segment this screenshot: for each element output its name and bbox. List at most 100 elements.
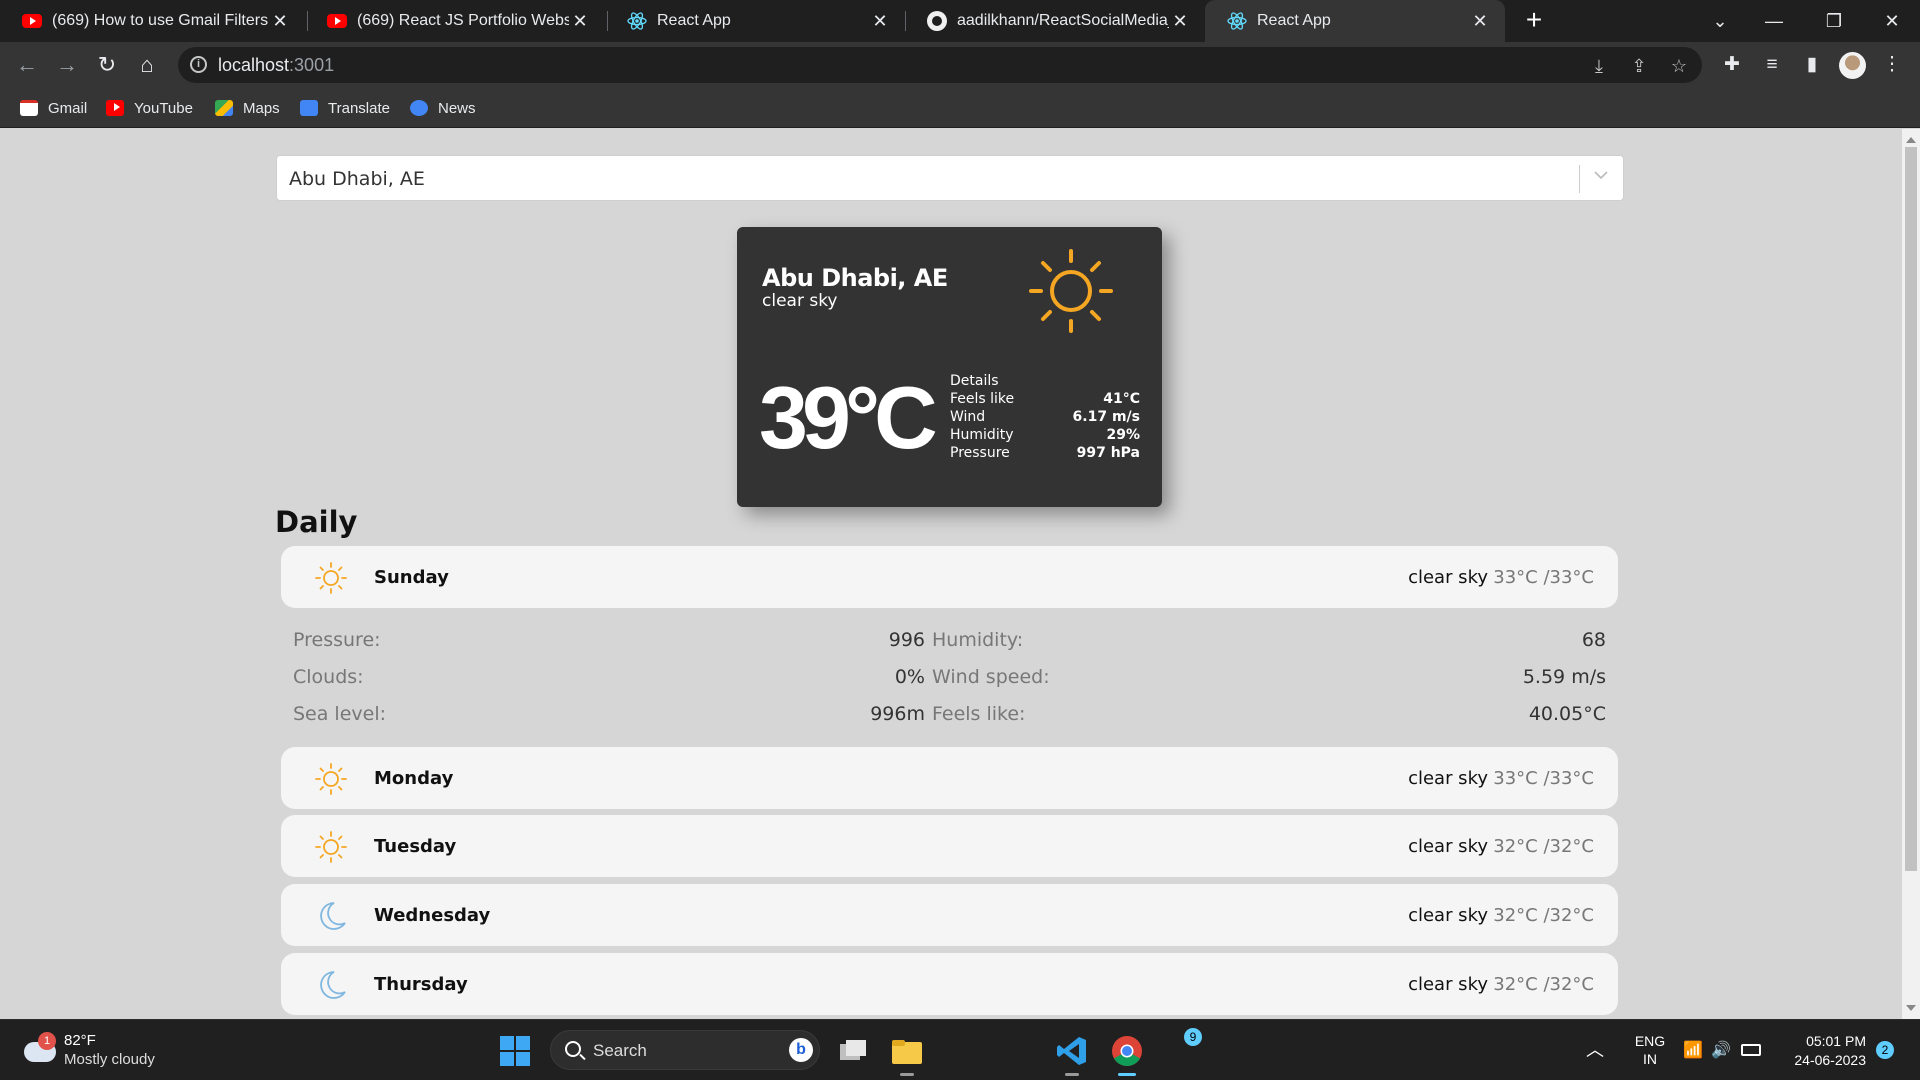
city-search-select[interactable]: Abu Dhabi, AE xyxy=(276,155,1624,201)
tab-title: (669) React JS Portfolio Website U xyxy=(357,12,569,29)
daily-item-wednesday[interactable]: Wednesday clear sky 32°C /32°C xyxy=(281,884,1618,946)
reload-button[interactable]: ↻ xyxy=(92,50,122,80)
extensions-icon[interactable]: ✚ xyxy=(1717,50,1747,80)
chrome-badge: 9 xyxy=(1184,1028,1202,1046)
bookmark-star-icon[interactable]: ☆ xyxy=(1668,55,1690,77)
browser-toolbar: ← → ↻ ⌂ i localhost:3001 ⤓ ⇪ ☆ ✚ ≡ ▮ ⋮ xyxy=(0,42,1920,88)
detail-pressure: Pressure 997 hPa xyxy=(950,445,1140,461)
home-button[interactable]: ⌂ xyxy=(132,50,162,80)
news-icon xyxy=(410,100,428,116)
new-tab-button[interactable]: + xyxy=(1519,6,1549,36)
file-explorer-icon[interactable] xyxy=(890,1034,924,1076)
clock-date: 24-06-2023 xyxy=(1794,1052,1866,1068)
bookmark-label: Translate xyxy=(328,99,390,117)
close-window-button[interactable]: ✕ xyxy=(1864,0,1920,42)
taskbar-search-label: Search xyxy=(593,1041,647,1060)
page-scrollbar[interactable] xyxy=(1902,129,1920,1019)
tab-react-portfolio[interactable]: (669) React JS Portfolio Website U ✕ xyxy=(305,0,605,42)
minimize-button[interactable]: — xyxy=(1746,0,1802,42)
address-bar[interactable]: i localhost:3001 ⤓ ⇪ ☆ xyxy=(178,47,1702,83)
wifi-icon[interactable]: 📶 xyxy=(1683,1020,1703,1080)
side-panel-icon[interactable]: ▮ xyxy=(1797,50,1827,80)
tab-react-app-active[interactable]: React App ✕ xyxy=(1205,0,1505,42)
tab-search-chevron-icon[interactable]: ⌄ xyxy=(1692,0,1748,42)
share-icon[interactable]: ⇪ xyxy=(1628,55,1650,77)
bookmark-label: Maps xyxy=(243,99,280,117)
forward-button[interactable]: → xyxy=(52,50,82,80)
sun-icon xyxy=(1029,249,1113,333)
bookmarks-bar: Gmail YouTube Maps Translate News xyxy=(0,88,1920,128)
bookmark-youtube[interactable]: YouTube xyxy=(106,96,193,120)
weather-temp: 82°F xyxy=(64,1032,96,1049)
back-button[interactable]: ← xyxy=(12,50,42,80)
scrollbar-thumb[interactable] xyxy=(1905,147,1917,871)
select-divider xyxy=(1579,165,1580,193)
bing-icon[interactable]: b xyxy=(789,1038,813,1062)
battery-icon[interactable] xyxy=(1741,1044,1761,1056)
tab-title: React App xyxy=(1257,12,1331,29)
notification-badge[interactable]: 2 xyxy=(1876,1041,1894,1059)
vscode-icon[interactable] xyxy=(1055,1034,1089,1076)
tab-gmail-filters[interactable]: (669) How to use Gmail Filters lik ✕ xyxy=(0,0,305,42)
day-name: Tuesday xyxy=(374,836,457,857)
show-hidden-icons-chevron-icon[interactable]: ︿ xyxy=(1586,1020,1608,1080)
bookmark-label: YouTube xyxy=(134,99,193,117)
react-icon xyxy=(627,12,647,30)
weather-condition: Mostly cloudy xyxy=(64,1051,155,1068)
task-view-icon[interactable] xyxy=(836,1034,870,1068)
react-icon xyxy=(1227,12,1247,30)
language-indicator[interactable]: ENG IN xyxy=(1630,1032,1670,1072)
moon-icon xyxy=(320,902,346,930)
restore-button[interactable]: ❐ xyxy=(1806,0,1862,42)
taskbar-search[interactable]: Search b xyxy=(550,1030,820,1070)
day-name: Sunday xyxy=(374,567,449,588)
bookmark-gmail[interactable]: Gmail xyxy=(20,96,87,120)
bookmark-label: Gmail xyxy=(48,99,88,117)
sun-icon xyxy=(315,562,347,594)
day-description: clear sky xyxy=(1408,974,1488,995)
chevron-down-icon[interactable] xyxy=(1594,168,1608,182)
scroll-down-arrow-icon[interactable] xyxy=(1906,1005,1916,1011)
profile-avatar[interactable] xyxy=(1839,52,1866,79)
close-icon[interactable]: ✕ xyxy=(269,11,291,32)
volume-icon[interactable]: 🔊 xyxy=(1711,1020,1731,1080)
detail-humidity: Humidity 29% xyxy=(950,427,1140,443)
bookmark-news[interactable]: News xyxy=(410,96,476,120)
day-temp-range: 32°C /32°C xyxy=(1493,905,1594,926)
close-icon[interactable]: ✕ xyxy=(869,11,891,32)
site-info-icon[interactable]: i xyxy=(190,56,207,73)
chrome-icon[interactable] xyxy=(1110,1034,1144,1076)
translate-icon xyxy=(300,100,318,116)
daily-item-monday[interactable]: Monday clear sky 33°C /33°C xyxy=(281,747,1618,809)
city-search-value: Abu Dhabi, AE xyxy=(289,168,425,190)
day-description: clear sky xyxy=(1408,567,1488,588)
scroll-up-arrow-icon[interactable] xyxy=(1906,137,1916,143)
day-description: clear sky xyxy=(1408,905,1488,926)
taskbar-weather-widget[interactable]: 1 82°F Mostly cloudy xyxy=(22,1028,192,1072)
day-description: clear sky xyxy=(1408,768,1488,789)
current-details: Details Feels like 41°C Wind 6.17 m/s Humi… xyxy=(950,372,1140,462)
day-temp-range: 33°C /33°C xyxy=(1493,567,1594,588)
day-temp-range: 33°C /33°C xyxy=(1493,768,1594,789)
daily-item-tuesday[interactable]: Tuesday clear sky 32°C /32°C xyxy=(281,815,1618,877)
bookmark-maps[interactable]: Maps xyxy=(215,96,280,120)
bookmark-translate[interactable]: Translate xyxy=(300,96,390,120)
daily-item-thursday[interactable]: Thursday clear sky 32°C /32°C xyxy=(281,953,1618,1015)
reading-list-icon[interactable]: ≡ xyxy=(1757,50,1787,80)
tab-github-repo[interactable]: aadilkhann/ReactSocialMedia_UI ✕ xyxy=(905,0,1205,42)
menu-icon[interactable]: ⋮ xyxy=(1877,50,1907,80)
close-icon[interactable]: ✕ xyxy=(569,11,591,32)
close-icon[interactable]: ✕ xyxy=(1169,11,1191,32)
current-weather-card: Abu Dhabi, AE clear sky 39°C Details Fee… xyxy=(737,227,1162,507)
detail-row: Clouds: 0% Wind speed: 5.59 m/s xyxy=(293,666,1606,688)
detail-row: Pressure: 996 Humidity: 68 xyxy=(293,629,1606,651)
tab-title: (669) How to use Gmail Filters lik xyxy=(52,12,269,29)
tab-react-app-1[interactable]: React App ✕ xyxy=(605,0,905,42)
clock[interactable]: 05:01 PM 24-06-2023 xyxy=(1786,1032,1866,1080)
daily-item-sunday[interactable]: Sunday clear sky 33°C /33°C xyxy=(281,546,1618,608)
close-icon[interactable]: ✕ xyxy=(1469,11,1491,32)
detail-feels-like: Feels like 41°C xyxy=(950,391,1140,407)
current-temperature: 39°C xyxy=(759,368,938,467)
install-app-icon[interactable]: ⤓ xyxy=(1588,55,1610,77)
windows-start-icon[interactable] xyxy=(500,1036,530,1066)
